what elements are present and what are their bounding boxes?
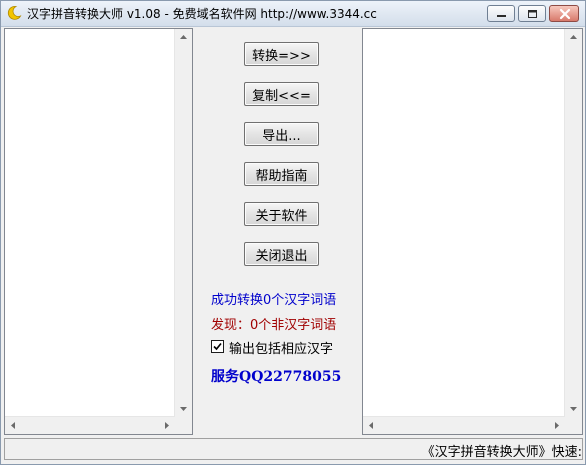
input-horizontal-scrollbar[interactable] bbox=[5, 416, 175, 434]
include-hanzi-checkbox[interactable] bbox=[211, 340, 224, 353]
convert-button[interactable]: 转换=>> bbox=[244, 42, 319, 66]
scroll-right-icon[interactable] bbox=[552, 421, 561, 430]
close-icon bbox=[559, 8, 571, 20]
status-bar-text: 《汉字拼音转换大师》快速: bbox=[421, 445, 582, 460]
scroll-up-icon[interactable] bbox=[569, 33, 578, 42]
scroll-corner bbox=[175, 417, 192, 434]
input-vertical-scrollbar[interactable] bbox=[174, 29, 192, 417]
scroll-corner bbox=[565, 417, 582, 434]
scroll-left-icon[interactable] bbox=[9, 421, 18, 430]
scroll-right-icon[interactable] bbox=[162, 421, 171, 430]
maximize-button[interactable] bbox=[518, 5, 546, 22]
app-window: 汉字拼音转换大师 v1.08 - 免费域名软件网 http://www.3344… bbox=[0, 0, 586, 465]
output-vertical-scrollbar[interactable] bbox=[564, 29, 582, 417]
export-button[interactable]: 导出... bbox=[244, 122, 319, 146]
scroll-left-icon[interactable] bbox=[367, 421, 376, 430]
minimize-button[interactable] bbox=[487, 5, 515, 22]
include-hanzi-label: 输出包括相应汉字 bbox=[229, 342, 334, 357]
scroll-down-icon[interactable] bbox=[569, 404, 578, 413]
exit-button[interactable]: 关闭退出 bbox=[244, 242, 319, 266]
scroll-down-icon[interactable] bbox=[179, 404, 188, 413]
close-button[interactable] bbox=[549, 5, 579, 22]
help-button[interactable]: 帮助指南 bbox=[244, 162, 319, 186]
non-hanzi-count-label: 发现：0个非汉字词语 bbox=[211, 318, 337, 333]
title-bar[interactable]: 汉字拼音转换大师 v1.08 - 免费域名软件网 http://www.3344… bbox=[1, 1, 585, 27]
copy-button[interactable]: 复制<<= bbox=[244, 82, 319, 106]
service-qq-link[interactable]: 服务QQ22778055 bbox=[211, 366, 341, 386]
output-horizontal-scrollbar[interactable] bbox=[363, 416, 565, 434]
converted-count-label: 成功转换0个汉字词语 bbox=[211, 293, 337, 308]
input-textarea[interactable] bbox=[4, 28, 193, 435]
checkmark-icon bbox=[213, 342, 222, 351]
maximize-icon bbox=[528, 10, 537, 18]
status-bar: 《汉字拼音转换大师》快速: bbox=[4, 438, 583, 460]
about-button[interactable]: 关于软件 bbox=[244, 202, 319, 226]
moon-icon bbox=[6, 5, 22, 21]
scroll-up-icon[interactable] bbox=[179, 33, 188, 42]
output-textarea[interactable] bbox=[362, 28, 583, 435]
minimize-icon bbox=[497, 15, 506, 17]
window-title: 汉字拼音转换大师 v1.08 - 免费域名软件网 http://www.3344… bbox=[27, 7, 377, 21]
